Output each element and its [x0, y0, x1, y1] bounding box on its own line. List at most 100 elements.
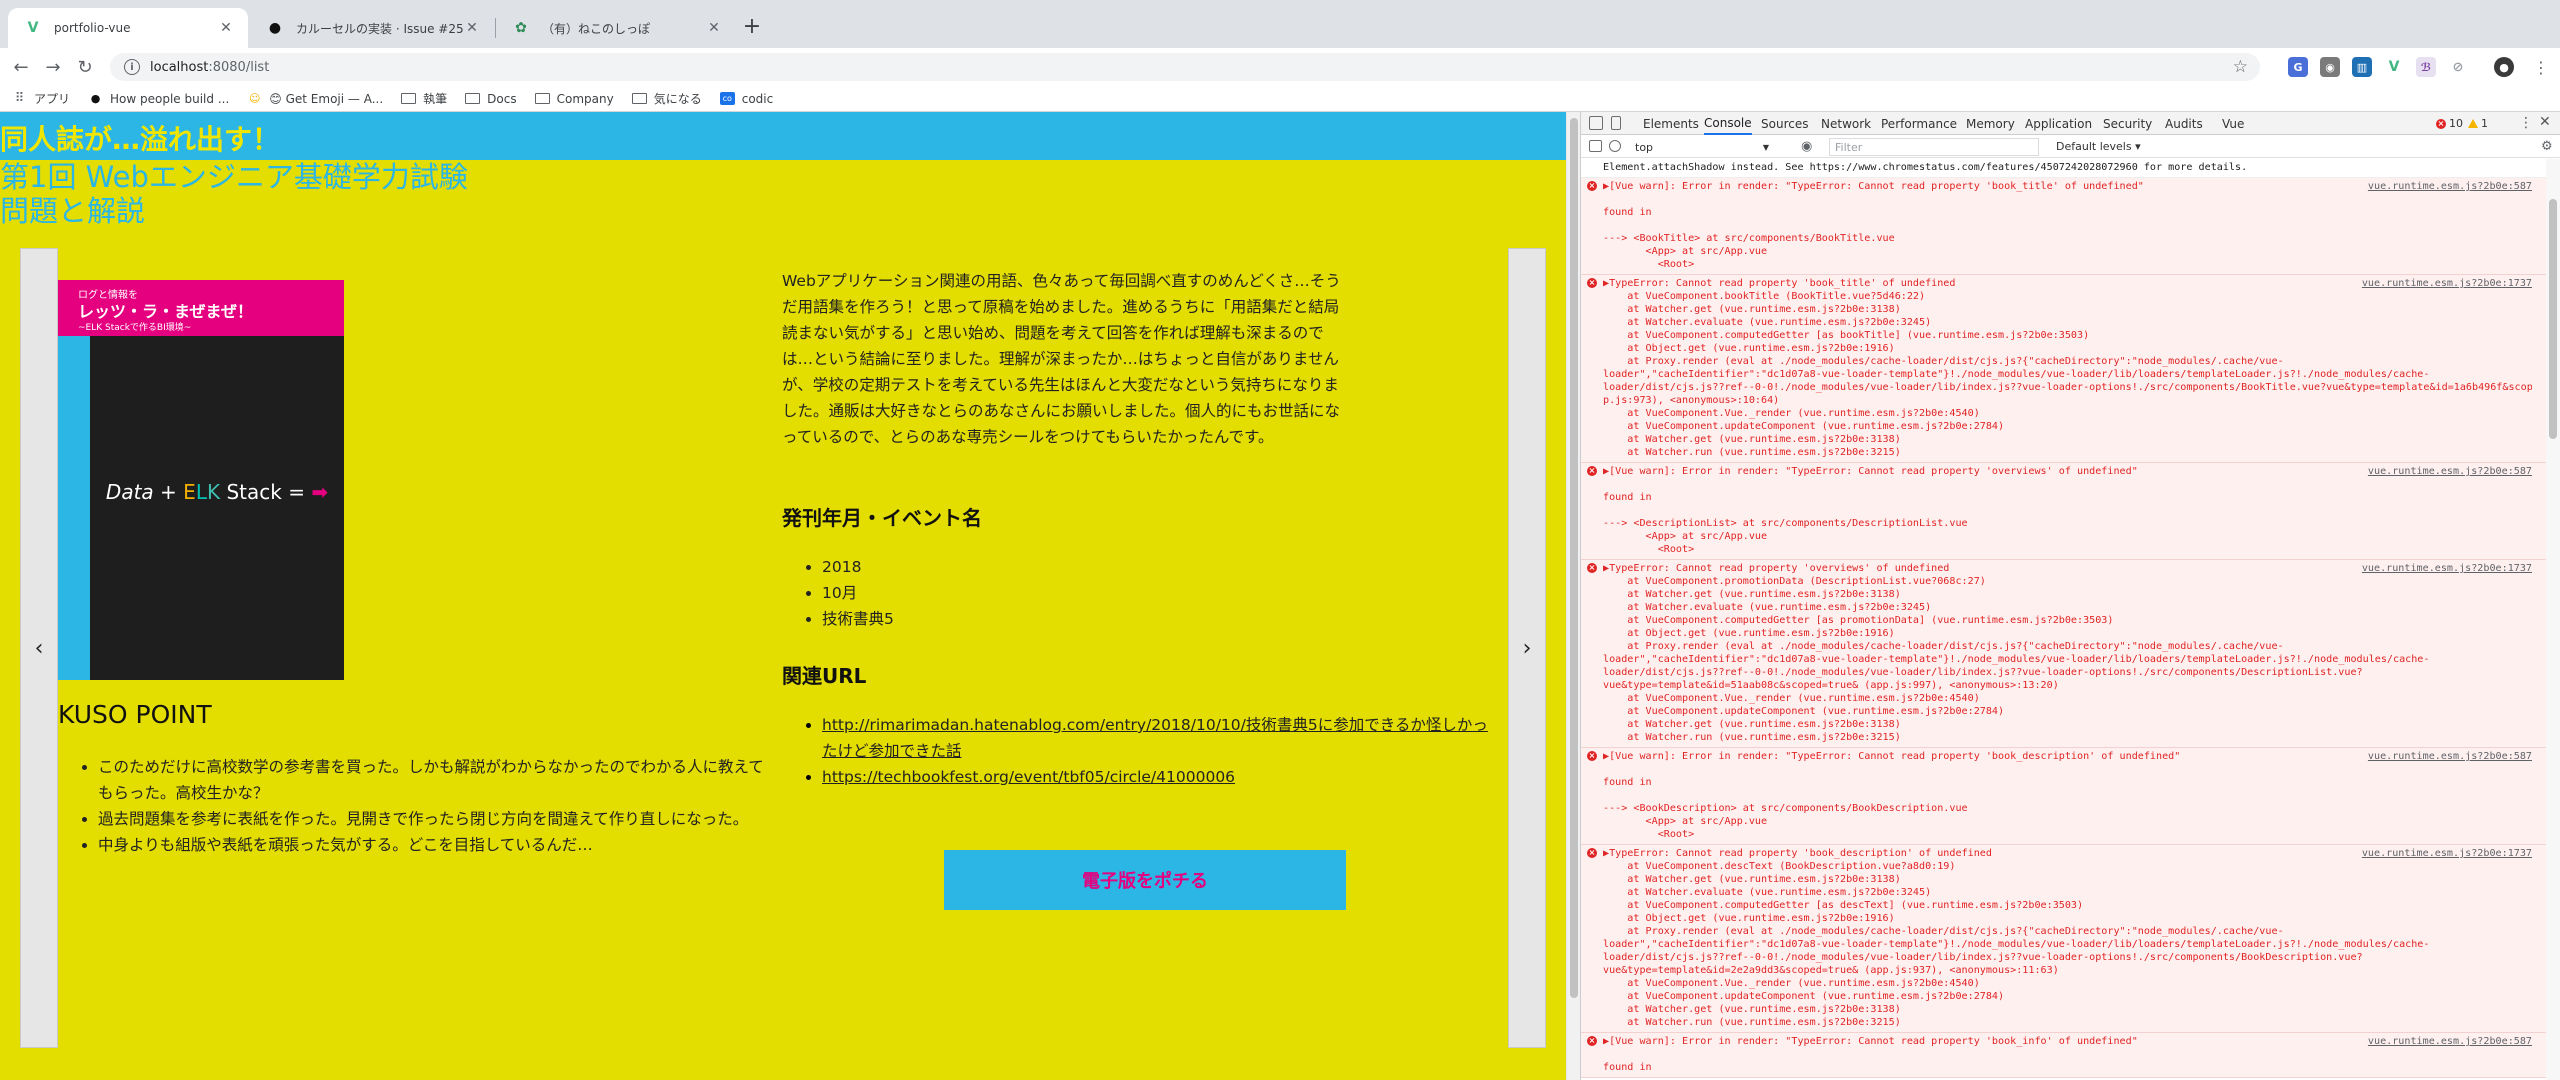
- console-message[interactable]: × vue.runtime.esm.js?2b0e:1737 ▶TypeError:…: [1581, 275, 2560, 463]
- console-scroll-thumb[interactable]: [2549, 199, 2557, 439]
- cover-k: K: [206, 480, 221, 504]
- console-line: vue&type=template&id=2e2a9dd3&scoped=tru…: [1603, 965, 2059, 976]
- console-line: at VueComponent.updateComponent (vue.run…: [1603, 991, 2005, 1002]
- reload-icon[interactable]: ↻: [70, 52, 100, 82]
- source-link[interactable]: vue.runtime.esm.js?2b0e:587: [2368, 180, 2532, 193]
- console-line: <App> at src/App.vue: [1603, 816, 1768, 827]
- inspect-element-icon[interactable]: [1589, 116, 1603, 130]
- clear-console-icon[interactable]: [1609, 140, 1621, 152]
- source-link[interactable]: vue.runtime.esm.js?2b0e:587: [2368, 750, 2532, 763]
- tab-security[interactable]: Security: [2103, 112, 2152, 135]
- console-line: at VueComponent.Vue._render (vue.runtime…: [1603, 978, 1980, 989]
- url-path: :8080/list: [208, 59, 270, 75]
- tab-network[interactable]: Network: [1821, 112, 1871, 135]
- console-line: at Proxy.render (eval at ./node_modules/…: [1603, 356, 2284, 367]
- console-message[interactable]: × vue.runtime.esm.js?2b0e:587 ▶[Vue warn]:…: [1581, 1033, 2560, 1078]
- console-message[interactable]: × vue.runtime.esm.js?2b0e:587 ▶[Vue warn]:…: [1581, 748, 2560, 845]
- tab-application[interactable]: Application: [2025, 112, 2092, 135]
- site-info-icon[interactable]: i: [124, 59, 140, 75]
- live-expression-eye-icon[interactable]: ◉: [1801, 139, 1812, 154]
- tab-carousel-issue[interactable]: ● カルーセルの実装 · Issue #25 · M ✕: [250, 8, 494, 48]
- forward-arrow-icon[interactable]: →: [38, 52, 68, 82]
- bookmark-label: 執筆: [423, 92, 448, 106]
- carousel-next-button[interactable]: ›: [1508, 248, 1546, 1048]
- console-line: at Watcher.get (vue.runtime.esm.js?2b0e:…: [1603, 719, 1901, 730]
- devtools-close-icon[interactable]: ✕: [2539, 114, 2551, 130]
- techbookfest-link[interactable]: https://techbookfest.org/event/tbf05/cir…: [822, 768, 1235, 786]
- source-link[interactable]: vue.runtime.esm.js?2b0e:1737: [2362, 847, 2532, 860]
- cover-l: L: [195, 480, 207, 504]
- new-tab-button[interactable]: +: [738, 12, 766, 40]
- device-toolbar-icon[interactable]: [1611, 116, 1621, 130]
- context-select[interactable]: top ▼: [1631, 139, 1771, 155]
- console-message[interactable]: × vue.runtime.esm.js?2b0e:1737 ▶TypeError:…: [1581, 560, 2560, 748]
- console-settings-gear-icon[interactable]: ⚙: [2541, 139, 2553, 154]
- log-levels-dropdown[interactable]: Default levels ▾: [2056, 140, 2141, 153]
- address-bar[interactable]: i localhost:8080/list ☆: [110, 53, 2260, 81]
- close-tab-icon[interactable]: ✕: [218, 20, 234, 36]
- bookmark-folder-docs[interactable]: Docs: [465, 92, 517, 106]
- bookmark-folder-writing[interactable]: 執筆: [401, 90, 447, 107]
- bookmark-apps[interactable]: ⠿ アプリ: [12, 90, 70, 107]
- blocked-extension-icon[interactable]: ⊘: [2448, 57, 2468, 77]
- source-link[interactable]: vue.runtime.esm.js?2b0e:1737: [2362, 562, 2532, 575]
- vue-devtools-extension-icon[interactable]: V: [2384, 57, 2404, 77]
- tab-elements[interactable]: Elements: [1643, 112, 1699, 135]
- tab-sources[interactable]: Sources: [1761, 112, 1808, 135]
- list-item: 中身よりも組版や表紙を頑張った気がする。どこを目指しているんだ…: [98, 832, 778, 858]
- close-tab-icon[interactable]: ✕: [464, 20, 480, 36]
- console-message[interactable]: × vue.runtime.esm.js?2b0e:587 ▶[Vue warn]:…: [1581, 178, 2560, 275]
- tab-vue[interactable]: Vue: [2222, 112, 2244, 135]
- site-title[interactable]: 同人誌が…溢れ出す！: [0, 118, 280, 158]
- extension-icon[interactable]: ℬ: [2416, 57, 2436, 77]
- trello-extension-icon[interactable]: ▥: [2352, 57, 2372, 77]
- chrome-menu-icon[interactable]: ⋮: [2526, 52, 2556, 82]
- error-icon: ×: [1587, 278, 1597, 288]
- bookmark-folder-interesting[interactable]: 気になる: [631, 90, 702, 107]
- console-scrollbar[interactable]: [2546, 159, 2560, 1080]
- tab-title: portfolio-vue: [54, 21, 131, 35]
- carousel-prev-button[interactable]: ‹: [20, 248, 58, 1048]
- close-tab-icon[interactable]: ✕: [706, 20, 722, 36]
- bookmark-get-emoji[interactable]: ☺ 😊 Get Emoji — A...: [247, 92, 383, 106]
- console-line: p.js:973), <anonymous>:10:64): [1603, 395, 1780, 406]
- source-link[interactable]: vue.runtime.esm.js?2b0e:587: [2368, 465, 2532, 478]
- translate-extension-icon[interactable]: G: [2288, 57, 2308, 77]
- publication-heading: 発刊年月・イベント名: [782, 506, 982, 530]
- source-link[interactable]: vue.runtime.esm.js?2b0e:1737: [2362, 277, 2532, 290]
- tab-portfolio-vue[interactable]: V portfolio-vue ✕: [8, 8, 248, 48]
- cover-equals: =: [288, 480, 305, 504]
- console-line: at Watcher.get (vue.runtime.esm.js?2b0e:…: [1603, 434, 1901, 445]
- issue-counter[interactable]: × 10 1: [2436, 117, 2488, 130]
- publication-list: 2018 10月 技術書典5: [822, 554, 894, 632]
- console-message[interactable]: Element.attachShadow instead. See https:…: [1581, 159, 2560, 178]
- page-scroll-thumb[interactable]: [1570, 118, 1578, 998]
- camera-extension-icon[interactable]: ◉: [2320, 57, 2340, 77]
- profile-avatar[interactable]: ●: [2494, 57, 2514, 77]
- list-item: 2018: [822, 554, 894, 580]
- tab-performance[interactable]: Performance: [1881, 112, 1957, 135]
- bookmark-github[interactable]: ● How people build ...: [88, 92, 230, 106]
- tab-memory[interactable]: Memory: [1966, 112, 2015, 135]
- book-subtitle: 問題と解説: [0, 194, 146, 228]
- blog-link[interactable]: http://rimarimadan.hatenablog.com/entry/…: [822, 716, 1488, 760]
- site-header: 同人誌が…溢れ出す！: [0, 112, 1566, 160]
- bookmark-codic[interactable]: co codic: [719, 92, 773, 106]
- buy-ebook-button[interactable]: 電子版をポチる: [944, 850, 1346, 910]
- back-arrow-icon[interactable]: ←: [6, 52, 36, 82]
- console-message[interactable]: × vue.runtime.esm.js?2b0e:587 ▶[Vue warn]:…: [1581, 463, 2560, 560]
- console-sidebar-icon[interactable]: [1589, 140, 1602, 152]
- page-scrollbar[interactable]: [1566, 112, 1580, 1080]
- source-link[interactable]: vue.runtime.esm.js?2b0e:587: [2368, 1035, 2532, 1048]
- devtools-menu-icon[interactable]: ⋮: [2519, 115, 2533, 131]
- bookmark-star-icon[interactable]: ☆: [2233, 57, 2248, 77]
- console-message[interactable]: × vue.runtime.esm.js?2b0e:1737 ▶TypeError:…: [1581, 845, 2560, 1033]
- tab-audits[interactable]: Audits: [2165, 112, 2203, 135]
- tab-nekonoshippo[interactable]: ✿ （有）ねこのしっぽ ✕: [496, 8, 736, 48]
- tab-console[interactable]: Console: [1704, 112, 1752, 135]
- console-toolbar: top ▼ ◉ Default levels ▾ ⚙: [1581, 136, 2560, 158]
- console-filter-input[interactable]: [1829, 138, 2039, 156]
- bookmark-folder-company[interactable]: Company: [534, 92, 614, 106]
